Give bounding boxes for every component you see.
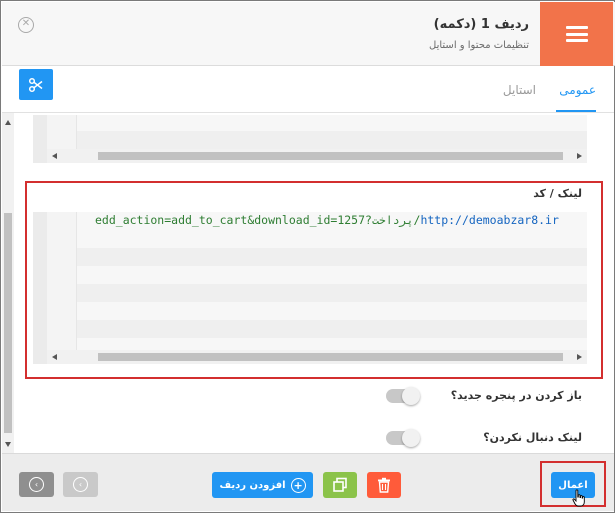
delete-button[interactable]: [367, 472, 401, 498]
code-url: http://demoabzar8.ir: [420, 213, 559, 227]
toggle-knob: [402, 429, 420, 447]
dialog-footer: ‹ ‹ + افزودن ردیف اعمال: [2, 453, 614, 511]
active-tab-indicator: [556, 110, 596, 112]
panel-scrollbar[interactable]: [2, 113, 14, 453]
scroll-left-icon: [52, 153, 57, 159]
link-code-text[interactable]: edd_action=add_to_cart&download_id=1257?…: [95, 213, 559, 227]
nofollow-toggle[interactable]: [386, 429, 420, 447]
scroll-down-icon: [5, 442, 11, 447]
toggle-knob: [402, 387, 420, 405]
hamburger-icon: [565, 26, 588, 42]
scroll-left-icon: [52, 354, 57, 360]
code-editor-top[interactable]: [33, 115, 587, 163]
scroll-right-icon: [577, 153, 582, 159]
scissors-icon: [28, 77, 43, 92]
duplicate-button[interactable]: [323, 472, 357, 498]
link-code-editor[interactable]: [33, 212, 587, 364]
add-row-button[interactable]: + افزودن ردیف: [212, 472, 313, 498]
previous-button[interactable]: ‹: [19, 472, 54, 497]
nofollow-label: لینک دنبال نکردن؟: [483, 431, 582, 444]
tab-general[interactable]: عمومی: [559, 83, 596, 97]
scissors-button[interactable]: [19, 69, 53, 100]
tab-style[interactable]: استایل: [503, 83, 536, 97]
next-button[interactable]: ‹: [63, 472, 98, 497]
chevron-left-icon: ‹: [29, 477, 44, 492]
chevron-left-icon: ‹: [73, 477, 88, 492]
scrollbar-thumb[interactable]: [98, 353, 563, 361]
horizontal-scrollbar[interactable]: [47, 350, 587, 364]
scroll-right-icon: [577, 354, 582, 360]
scroll-up-icon: [5, 120, 11, 125]
close-icon[interactable]: ✕: [18, 17, 34, 33]
trash-icon: [378, 477, 390, 493]
open-new-window-toggle[interactable]: [386, 387, 420, 405]
link-field-label: لینک / کد: [533, 187, 582, 200]
dialog-title: ردیف 1 (دکمه): [433, 17, 529, 32]
tab-bar: استایل عمومی: [2, 67, 614, 113]
dialog-header: ✕ ردیف 1 (دکمه) تنظیمات محتوا و استایل: [2, 2, 615, 66]
code-query: edd_action=add_to_cart&download_id=1257?: [95, 213, 372, 227]
add-row-label: افزودن ردیف: [219, 479, 286, 491]
plus-circle-icon: +: [290, 477, 306, 493]
menu-button[interactable]: [540, 2, 613, 66]
hand-cursor-icon: [572, 489, 585, 507]
open-new-window-label: باز کردن در پنجره جدید؟: [450, 389, 582, 402]
copy-icon: [333, 477, 347, 492]
code-path: پرداخت/: [371, 213, 421, 227]
scrollbar-thumb[interactable]: [98, 152, 563, 160]
horizontal-scrollbar[interactable]: [47, 149, 587, 163]
dialog-window: ✕ ردیف 1 (دکمه) تنظیمات محتوا و استایل ا…: [0, 0, 615, 513]
scrollbar-thumb[interactable]: [4, 213, 12, 433]
dialog-subtitle: تنظیمات محتوا و استایل: [429, 40, 529, 51]
